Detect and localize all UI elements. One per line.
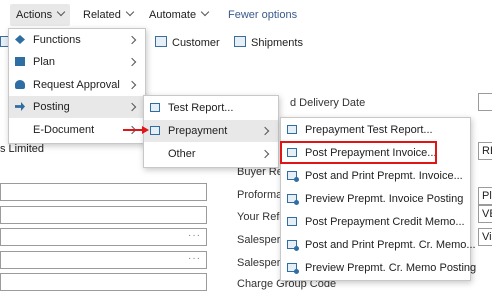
actions-label: Actions (16, 9, 53, 21)
your-reference-label: Your Refe (237, 211, 286, 223)
request-approval-icon (15, 80, 25, 89)
menu-item-prepayment[interactable]: Prepayment (144, 120, 278, 142)
functions-icon (15, 35, 25, 44)
menu-item-label: E-Document (33, 124, 95, 136)
menu-item-label: Post Prepayment Invoice... (305, 147, 437, 159)
menu-item-prepayment-test-report[interactable]: Prepayment Test Report... (281, 119, 470, 141)
related-label: Related (83, 9, 121, 21)
menu-item-label: Other (168, 148, 196, 160)
plan-icon (15, 57, 25, 66)
proforma-label: Proforma (237, 189, 283, 201)
menu-item-label: Request Approval (33, 79, 120, 91)
menu-item-preview-prepmt-cr-memo-posting[interactable]: Preview Prepmt. Cr. Memo Posting (281, 257, 476, 279)
menu-item-other[interactable]: Other (144, 143, 278, 165)
shipments-icon (234, 36, 246, 47)
text-field-1[interactable] (0, 183, 207, 201)
menu-item-label: Post and Print Prepmt. Invoice... (305, 170, 463, 182)
lookup-field-2[interactable]: ··· (0, 251, 207, 269)
right-field-3[interactable]: VE (478, 205, 492, 223)
shipments-button[interactable]: Shipments (234, 36, 303, 49)
action-bar: Actions Related Automate Fewer options (0, 0, 492, 30)
right-field-4[interactable]: Vi (478, 228, 492, 246)
menu-item-label: Posting (33, 101, 70, 113)
chevron-down-icon (125, 7, 135, 17)
dropdown-field[interactable] (0, 273, 207, 291)
chevron-down-icon (200, 7, 210, 17)
fewer-options-button[interactable]: Fewer options (222, 4, 303, 26)
menu-item-label: Preview Prepmt. Invoice Posting (305, 193, 464, 205)
menu-item-post-print-prepmt-invoice[interactable]: Post and Print Prepmt. Invoice... (281, 165, 470, 187)
actions-menu-button[interactable]: Actions (10, 4, 71, 26)
shipments-label: Shipments (251, 37, 303, 49)
menu-item-plan[interactable]: Plan (9, 51, 145, 73)
delivery-date-input[interactable] (478, 93, 492, 111)
text-field-2[interactable] (0, 206, 207, 224)
chevron-right-icon (127, 80, 137, 90)
test-report-icon (287, 125, 297, 134)
menu-item-label: Prepayment Test Report... (305, 124, 433, 136)
lookup-dots-icon[interactable]: ··· (188, 230, 201, 241)
automate-label: Automate (149, 9, 197, 21)
posting-icon (15, 102, 25, 111)
menu-item-label: Functions (33, 34, 81, 46)
right-field-2[interactable]: Pl (478, 187, 492, 205)
posting-submenu: Test Report... Prepayment Other (143, 95, 279, 168)
chevron-right-icon (127, 102, 137, 112)
chevron-right-icon (127, 35, 137, 45)
menu-item-post-prepayment-invoice[interactable]: Post Prepayment Invoice... (281, 142, 470, 164)
menu-item-functions[interactable]: Functions (9, 29, 145, 51)
chevron-right-icon (127, 57, 137, 67)
lookup-field-1[interactable]: ··· (0, 228, 207, 246)
post-print-icon (287, 240, 299, 251)
test-report-icon (150, 103, 160, 112)
delivery-date-label: d Delivery Date (290, 97, 366, 109)
menu-item-label: Preview Prepmt. Cr. Memo Posting (305, 262, 477, 274)
post-invoice-icon (287, 148, 297, 157)
menu-item-label: Test Report... (168, 102, 234, 114)
customer-icon (155, 36, 167, 47)
red-arrow-icon (123, 126, 149, 134)
menu-item-label: Post and Print Prepmt. Cr. Memo... (305, 239, 476, 251)
chevron-down-icon (56, 7, 66, 17)
preview-posting-icon (287, 263, 299, 274)
menu-item-label: Prepayment (168, 125, 228, 137)
customer-name-value: s Limited (0, 143, 45, 155)
salesperson-label-2: Salespers (237, 257, 286, 269)
prepayment-icon (150, 126, 160, 135)
right-field-1[interactable]: RE (478, 142, 492, 160)
menu-item-posting[interactable]: Posting (9, 96, 145, 118)
menu-item-post-prepayment-credit-memo[interactable]: Post Prepayment Credit Memo... (281, 211, 470, 233)
chevron-right-icon (260, 126, 270, 136)
customer-label: Customer (172, 37, 220, 49)
menu-item-label: Plan (33, 56, 56, 68)
customer-button[interactable]: Customer (155, 36, 220, 49)
preview-posting-icon (287, 194, 299, 205)
menu-item-post-print-prepmt-cr-memo[interactable]: Post and Print Prepmt. Cr. Memo... (281, 234, 476, 256)
related-menu-button[interactable]: Related (77, 4, 139, 26)
post-credit-memo-icon (287, 217, 297, 226)
salesperson-label: Salespers (237, 234, 286, 246)
post-print-icon (287, 171, 299, 182)
prepayment-submenu: Prepayment Test Report... Post Prepaymen… (280, 117, 476, 281)
automate-menu-button[interactable]: Automate (143, 4, 214, 26)
menu-item-request-approval[interactable]: Request Approval (9, 74, 145, 96)
menu-item-test-report[interactable]: Test Report... (144, 97, 278, 119)
chevron-right-icon (260, 149, 270, 159)
lookup-dots-icon[interactable]: ··· (188, 253, 201, 264)
menu-item-label: Post Prepayment Credit Memo... (305, 216, 465, 228)
menu-item-preview-prepmt-invoice-posting[interactable]: Preview Prepmt. Invoice Posting (281, 188, 470, 210)
